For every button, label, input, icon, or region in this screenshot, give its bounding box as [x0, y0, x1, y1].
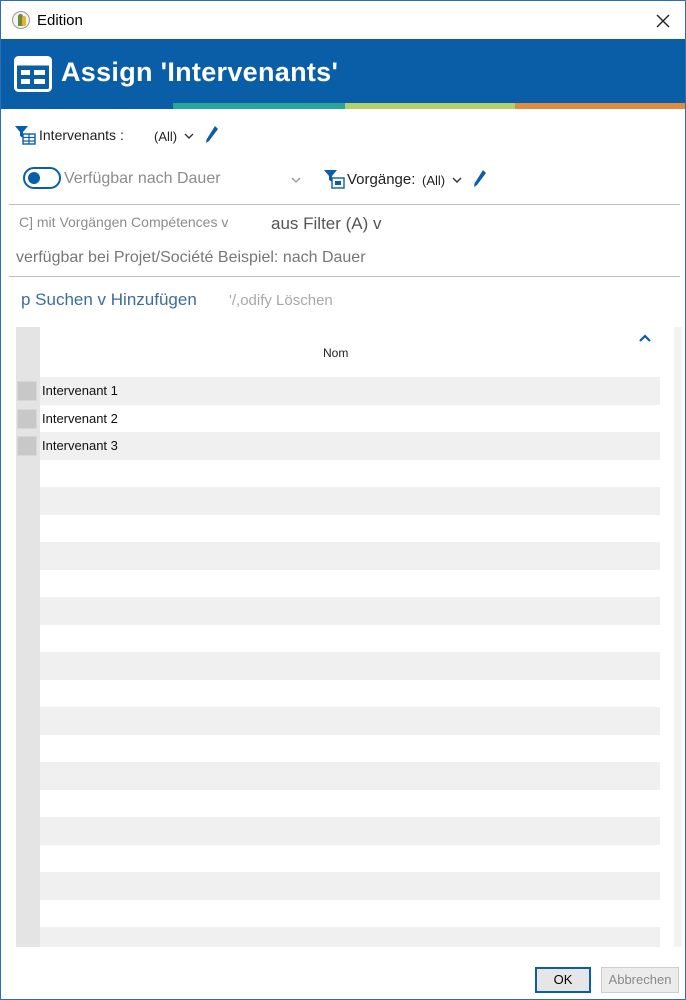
grid-header: Nom [16, 327, 660, 377]
row-selector-cell [16, 487, 40, 515]
intervenants-filter-label: Intervenants : [39, 127, 124, 143]
edit-pencil-icon[interactable] [473, 169, 487, 189]
table-row [16, 872, 660, 900]
table-row [16, 542, 660, 570]
app-logo-icon [12, 11, 30, 29]
options-line-filter[interactable]: aus Filter (A) v [271, 214, 382, 234]
header-banner: Assign 'Intervenants' [1, 39, 685, 109]
vorgaenge-filter-label: Vorgänge: [347, 171, 416, 188]
row-selector-cell [16, 817, 40, 845]
table-row [16, 514, 660, 542]
options-line-tasks-competences[interactable]: C] mit Vorgängen Compétences v [19, 214, 228, 230]
search-add-actions[interactable]: p Suchen v Hinzufügen [21, 290, 197, 310]
table-row [16, 899, 660, 927]
table-row [16, 679, 660, 707]
row-select-handle[interactable] [17, 436, 37, 456]
vorgaenge-filter-value[interactable]: (All) [422, 173, 445, 188]
banner-stripe [1, 103, 173, 109]
filter-table-icon [15, 126, 36, 145]
intervenants-grid: Nom Intervenant 1 Intervenant 2 Intervenan… [16, 327, 660, 947]
ok-button[interactable]: OK [535, 967, 591, 993]
grid-form-icon [14, 56, 52, 92]
row-selector-cell [16, 844, 40, 872]
availability-toggle-label: Verfügbar nach Dauer [64, 170, 221, 187]
row-selector-cell [16, 899, 40, 927]
intervenant-name-cell: Intervenant 1 [42, 383, 118, 398]
banner-stripe [345, 103, 515, 109]
window-title: Edition [37, 12, 83, 29]
row-select-handle[interactable] [17, 381, 37, 401]
divider [9, 204, 680, 205]
row-selector-cell [16, 707, 40, 735]
table-row[interactable]: Intervenant 3 [16, 432, 660, 460]
close-button[interactable] [651, 9, 675, 33]
row-selector-cell [16, 789, 40, 817]
table-row [16, 789, 660, 817]
close-icon [656, 14, 670, 28]
row-selector-cell [16, 927, 40, 947]
divider [9, 276, 680, 277]
row-selector-cell [16, 872, 40, 900]
row-selector-cell [16, 542, 40, 570]
row-selector-cell [16, 597, 40, 625]
table-row [16, 707, 660, 735]
banner-stripe [173, 103, 345, 109]
row-selector-cell [16, 514, 40, 542]
modify-delete-actions[interactable]: '/,odify Löschen [229, 292, 333, 309]
grid-rows: Intervenant 1 Intervenant 2 Intervenant 3 [16, 377, 660, 947]
row-selector-cell [16, 734, 40, 762]
row-selector-cell [16, 459, 40, 487]
row-selector-cell [16, 679, 40, 707]
page-title: Assign 'Intervenants' [61, 57, 339, 87]
table-row [16, 487, 660, 515]
filter-tasks-icon [324, 170, 345, 189]
table-row [16, 569, 660, 597]
edition-window: Edition Assign 'Intervenants' Intervenan… [0, 0, 686, 1000]
edit-pencil-icon[interactable] [205, 125, 219, 145]
table-row [16, 597, 660, 625]
column-header-nom[interactable]: Nom [323, 346, 348, 360]
table-row [16, 817, 660, 845]
table-row [16, 459, 660, 487]
title-bar: Edition [1, 1, 685, 39]
table-row [16, 624, 660, 652]
table-row [16, 927, 660, 947]
availability-toggle[interactable] [23, 167, 61, 189]
table-row[interactable]: Intervenant 1 [16, 377, 660, 405]
row-selector-cell [16, 762, 40, 790]
table-row[interactable]: Intervenant 2 [16, 404, 660, 432]
row-selector-cell [16, 569, 40, 597]
chevron-down-icon[interactable] [184, 132, 194, 140]
header-selector-cell [16, 327, 40, 377]
chevron-down-icon[interactable] [452, 176, 462, 184]
intervenant-name-cell: Intervenant 3 [42, 438, 118, 453]
banner-stripe [515, 103, 685, 109]
sort-ascending-icon[interactable] [638, 333, 652, 343]
table-row [16, 734, 660, 762]
table-row [16, 844, 660, 872]
options-line-availability[interactable]: verfügbar bei Projet/Société Beispiel: n… [16, 249, 366, 267]
intervenants-filter-value[interactable]: (All) [154, 129, 177, 144]
intervenant-name-cell: Intervenant 2 [42, 410, 118, 426]
vertical-scrollbar[interactable] [674, 327, 682, 947]
table-row [16, 652, 660, 680]
row-selector-cell [16, 624, 40, 652]
chevron-down-icon[interactable] [291, 176, 301, 184]
row-selector-cell [16, 652, 40, 680]
row-select-handle[interactable] [17, 408, 37, 429]
table-row [16, 762, 660, 790]
cancel-button[interactable]: Abbrechen [601, 967, 679, 993]
